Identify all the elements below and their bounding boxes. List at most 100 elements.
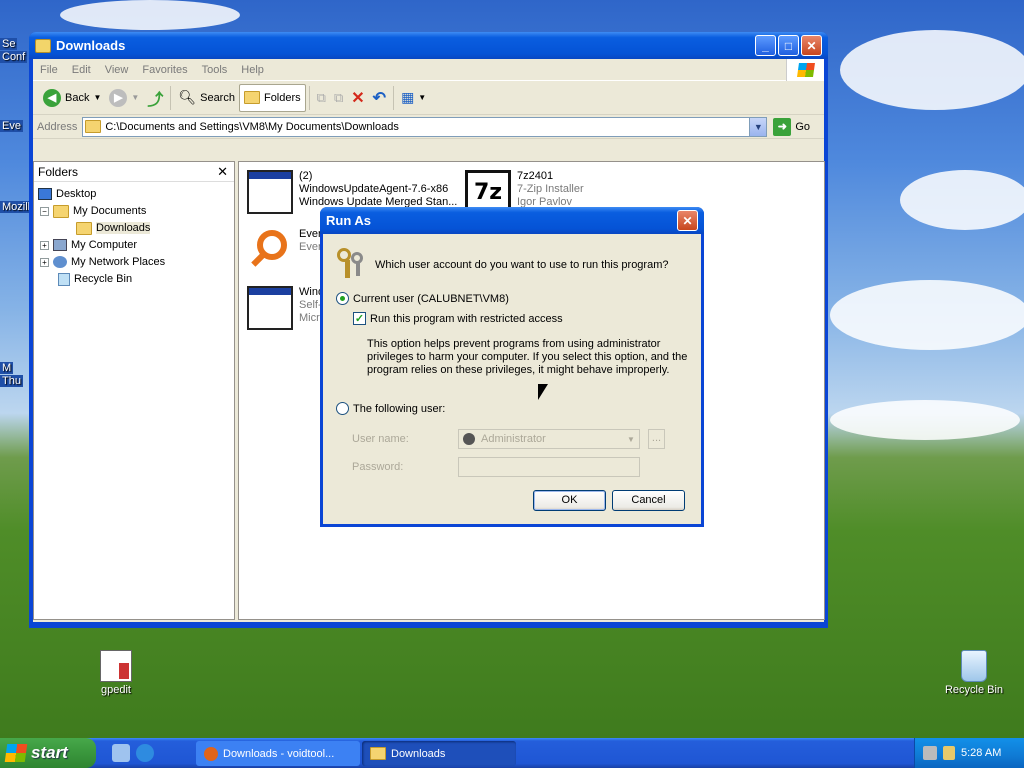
move-to-button[interactable]: ⧉ xyxy=(313,84,330,112)
search-label: Search xyxy=(200,91,235,104)
current-user-radio[interactable]: Current user (CALUBNET\VM8) xyxy=(336,292,509,305)
expand-icon[interactable]: + xyxy=(40,240,49,250)
file-desc: WindowsUpdateAgent-7.6-x86 xyxy=(299,183,449,195)
description-line: privileges to harm your computer. If you… xyxy=(367,351,688,363)
tree-label: Downloads xyxy=(96,222,151,234)
user-icon xyxy=(463,433,475,445)
start-label: start xyxy=(31,743,68,762)
back-label: Back xyxy=(65,91,90,104)
desktop-icon-label-partial[interactable]: Mozill xyxy=(0,201,33,213)
folders-button[interactable]: Folders xyxy=(238,83,306,112)
application-window-icon xyxy=(247,170,293,214)
menu-file[interactable]: File xyxy=(33,64,65,76)
application-window-icon xyxy=(247,286,293,330)
taskbar-item-firefox[interactable]: Downloads - voidtool... xyxy=(196,741,360,766)
username-label: User name: xyxy=(352,433,409,445)
delete-button[interactable]: ✕ xyxy=(347,84,368,112)
tree-item-downloads[interactable]: Downloads xyxy=(76,220,151,236)
browse-button[interactable]: ... xyxy=(648,429,665,449)
restricted-access-checkbox[interactable]: ✓ Run this program with restricted acces… xyxy=(353,312,563,325)
desktop-icon-label-partial[interactable]: Thu xyxy=(0,375,23,387)
tree-item-desktop[interactable]: Desktop xyxy=(38,186,96,202)
address-label: Address xyxy=(37,120,78,133)
folder-icon xyxy=(35,38,51,53)
chevron-down-icon: ▼ xyxy=(131,93,140,102)
keys-icon xyxy=(335,246,367,278)
close-icon[interactable]: ✕ xyxy=(217,164,228,180)
file-item[interactable]: Ever Ever xyxy=(247,228,322,272)
expand-icon[interactable]: + xyxy=(40,257,49,267)
views-button[interactable]: ▦ ▼ xyxy=(397,84,430,112)
folders-pane: Folders ✕ Desktop − My Documents Downloa… xyxy=(33,161,235,620)
following-user-radio[interactable]: The following user: xyxy=(336,402,445,415)
desktop-icon-label-partial[interactable]: Se xyxy=(0,38,18,50)
internet-explorer-icon[interactable] xyxy=(136,744,154,762)
password-label: Password: xyxy=(352,461,404,473)
go-button[interactable]: ➜ Go xyxy=(773,117,811,136)
copy-to-button[interactable]: ⧉ xyxy=(330,84,347,112)
chevron-down-icon[interactable]: ▼ xyxy=(749,117,767,136)
tree-label: My Computer xyxy=(71,239,138,251)
tree-label: Desktop xyxy=(56,188,97,200)
username-combobox[interactable]: Administrator ▼ xyxy=(458,429,640,449)
dialog-close-button[interactable]: ✕ xyxy=(677,210,698,231)
tray-security-icon[interactable] xyxy=(943,746,955,760)
quick-launch xyxy=(112,744,154,762)
file-item[interactable]: Wind Self- Micro xyxy=(247,286,326,330)
cloud xyxy=(900,170,1024,230)
explorer-titlebar[interactable]: Downloads _ □ ✕ xyxy=(29,32,828,59)
go-arrow-icon: ➜ xyxy=(773,117,792,136)
desktop-icon-recycle-bin[interactable]: Recycle Bin xyxy=(938,650,1010,696)
dialog-title: Run As xyxy=(326,213,372,228)
up-button[interactable]: ⤴ xyxy=(143,84,167,112)
start-button[interactable]: start xyxy=(0,738,96,768)
desktop-icon-gpedit[interactable]: gpedit xyxy=(80,650,152,696)
chevron-down-icon: ▼ xyxy=(93,93,102,102)
desktop-icon xyxy=(38,188,52,200)
tray-app-icon[interactable] xyxy=(923,746,937,760)
menu-favorites[interactable]: Favorites xyxy=(135,64,194,76)
dialog-titlebar[interactable]: Run As ✕ xyxy=(320,207,704,234)
views-icon: ▦ xyxy=(401,89,415,105)
gpedit-icon xyxy=(100,650,132,682)
tree-item-recycle-bin[interactable]: Recycle Bin xyxy=(58,271,132,287)
magnifier-icon xyxy=(247,228,293,272)
go-label: Go xyxy=(795,120,811,133)
move-to-icon: ⧉ xyxy=(316,89,326,105)
tree-item-my-network-places[interactable]: + My Network Places xyxy=(40,254,165,270)
menu-edit[interactable]: Edit xyxy=(65,64,98,76)
undo-button[interactable]: ↶ xyxy=(369,84,390,112)
password-input[interactable] xyxy=(458,457,640,477)
address-input[interactable]: C:\Documents and Settings\VM8\My Documen… xyxy=(82,116,768,137)
tree-item-my-computer[interactable]: + My Computer xyxy=(40,237,137,253)
up-folder-icon: ⤴ xyxy=(147,91,164,109)
search-button[interactable]: 🔍︎ Search xyxy=(174,84,239,112)
collapse-icon[interactable]: − xyxy=(40,206,49,216)
menu-tools[interactable]: Tools xyxy=(195,64,235,76)
clock[interactable]: 5:28 AM xyxy=(961,747,1001,759)
show-desktop-icon[interactable] xyxy=(112,744,130,762)
task-label: Downloads - voidtool... xyxy=(223,747,335,760)
close-button[interactable]: ✕ xyxy=(801,35,822,56)
tree-item-my-documents[interactable]: − My Documents xyxy=(40,203,146,219)
folders-pane-header: Folders ✕ xyxy=(34,162,234,182)
username-value: Administrator xyxy=(481,433,546,445)
task-label: Downloads xyxy=(391,747,446,760)
checkmark-icon: ✓ xyxy=(353,312,366,325)
menu-view[interactable]: View xyxy=(98,64,136,76)
ok-button[interactable]: OK xyxy=(533,490,606,511)
menu-help[interactable]: Help xyxy=(234,64,271,76)
computer-icon xyxy=(53,239,67,251)
back-button[interactable]: ◀ Back ▼ xyxy=(39,84,105,112)
taskbar-item-explorer[interactable]: Downloads xyxy=(362,741,516,766)
menu-bar: File Edit View Favorites Tools Help xyxy=(33,59,824,81)
forward-button[interactable]: ▶ ▼ xyxy=(105,84,143,112)
file-desc: 7-Zip Installer xyxy=(517,183,584,195)
maximize-button[interactable]: □ xyxy=(778,35,799,56)
desktop-icon-label-partial[interactable]: Conf xyxy=(0,51,28,63)
minimize-button[interactable]: _ xyxy=(755,35,776,56)
desktop-icon-label-partial[interactable]: M xyxy=(0,362,14,374)
desktop-icon-label-partial[interactable]: Eve xyxy=(0,120,23,132)
cancel-button[interactable]: Cancel xyxy=(612,490,685,511)
recycle-bin-icon xyxy=(961,650,987,682)
